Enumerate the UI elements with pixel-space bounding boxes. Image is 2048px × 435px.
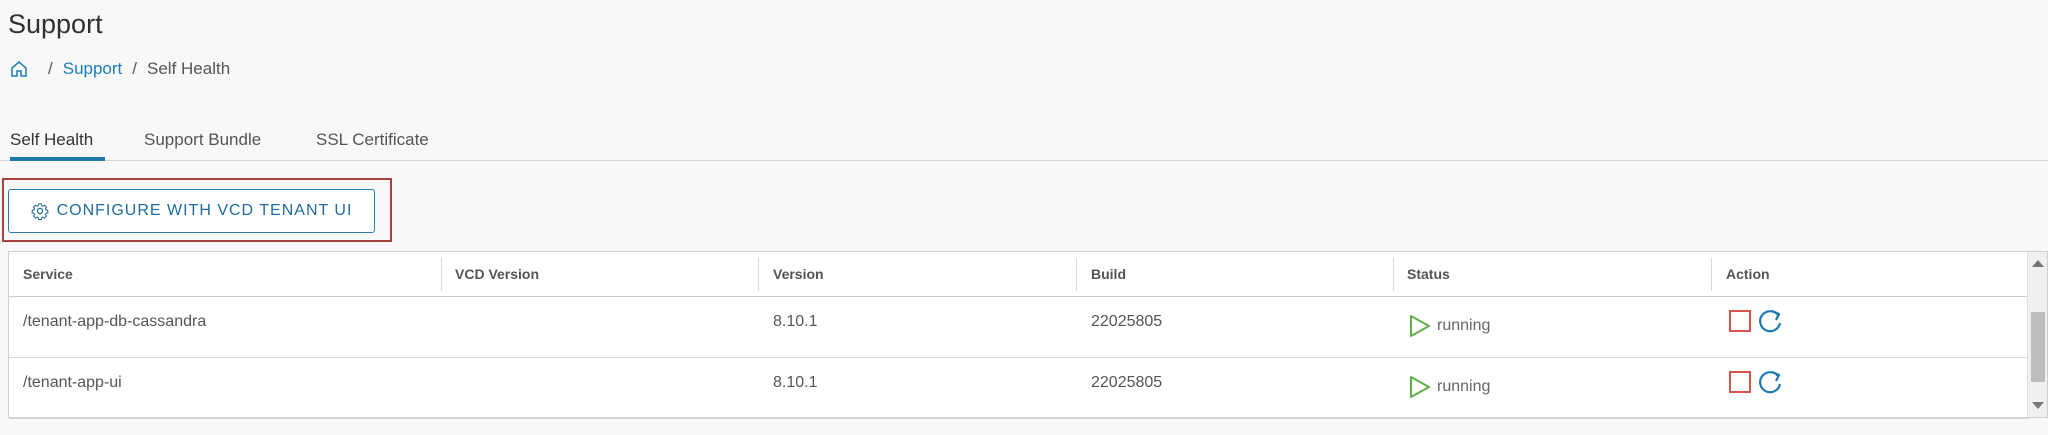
stop-icon[interactable] [1728,309,1752,333]
cell-service: /tenant-app-db-cassandra [23,313,207,330]
scroll-thumb[interactable] [2031,312,2045,382]
refresh-icon[interactable] [1756,307,1784,335]
tab-support-bundle[interactable]: Support Bundle [144,128,261,161]
stop-icon[interactable] [1728,370,1752,394]
tab-self-health[interactable]: Self Health [10,128,105,161]
cell-status: running [1407,374,1490,400]
cell-status: running [1407,313,1490,339]
cell-build: 22025805 [1091,374,1163,391]
cell-actions [1728,307,1784,335]
column-divider[interactable] [441,258,442,291]
table-header: Service VCD Version Version Build Status… [9,252,2029,297]
column-divider[interactable] [1711,258,1712,291]
column-vcd-version[interactable]: VCD Version [455,252,539,297]
vertical-scrollbar[interactable] [2027,252,2047,417]
column-version[interactable]: Version [773,252,824,297]
column-divider[interactable] [1393,258,1394,291]
breadcrumb-separator: / [48,59,53,78]
tab-ssl-certificate[interactable]: SSL Certificate [316,128,429,161]
cell-version: 8.10.1 [773,313,818,330]
home-icon[interactable] [10,60,28,78]
scroll-down-arrow[interactable] [2032,402,2044,409]
breadcrumb-current: Self Health [147,59,231,78]
gear-icon [31,203,48,220]
status-text: running [1437,317,1491,334]
column-divider[interactable] [758,258,759,291]
page-title: Support [8,9,103,39]
table-row: /tenant-app-db-cassandra 8.10.1 22025805… [9,297,2029,358]
breadcrumb-support[interactable]: Support [63,59,123,79]
cell-actions [1728,368,1784,396]
tab-bar: Self Health Support Bundle SSL Certifica… [0,128,2048,161]
refresh-icon[interactable] [1756,368,1784,396]
column-build[interactable]: Build [1091,252,1126,297]
cell-service: /tenant-app-ui [23,374,122,391]
column-service[interactable]: Service [23,252,73,297]
breadcrumb-separator: / [132,59,138,78]
scroll-up-arrow[interactable] [2032,260,2044,267]
play-icon [1410,376,1430,398]
services-table: Service VCD Version Version Build Status… [8,251,2048,419]
configure-button-label: CONFIGURE WITH VCD TENANT UI [56,202,353,219]
column-action[interactable]: Action [1726,252,1770,297]
configure-vcd-tenant-ui-button[interactable]: CONFIGURE WITH VCD TENANT UI [8,189,375,233]
cell-build: 22025805 [1091,313,1163,330]
status-text: running [1437,378,1491,395]
play-icon [1410,315,1430,337]
cell-version: 8.10.1 [773,374,818,391]
table-row: /tenant-app-ui 8.10.1 22025805 running [9,358,2029,419]
breadcrumb: / Support / Self Health [10,59,230,79]
column-status[interactable]: Status [1407,252,1450,297]
column-divider[interactable] [1076,258,1077,291]
